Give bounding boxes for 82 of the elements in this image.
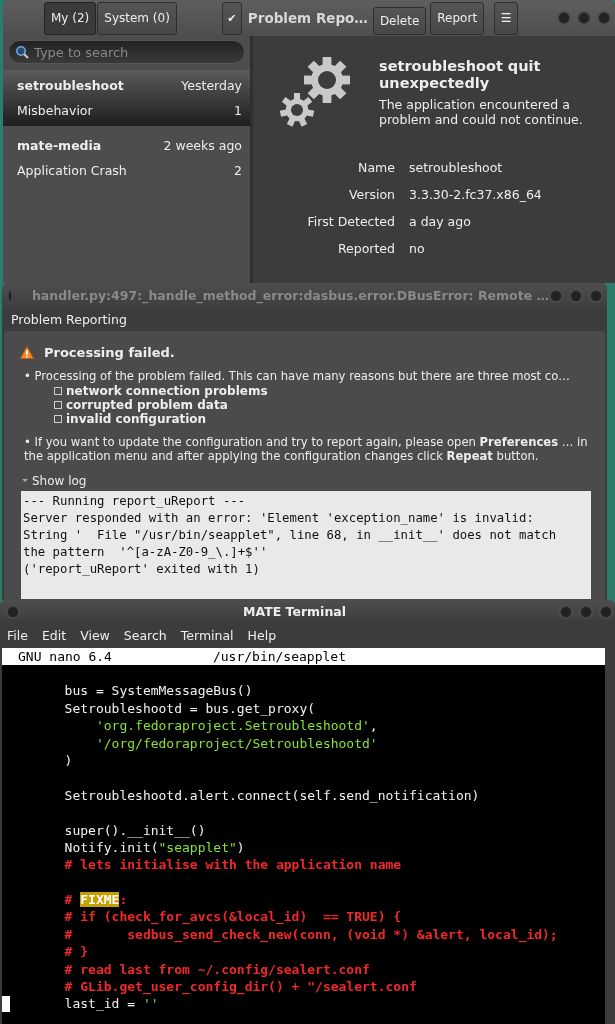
delete-button[interactable]: Delete <box>372 6 427 35</box>
menu-item[interactable]: Terminal <box>173 628 241 643</box>
menu-item[interactable]: Help <box>240 628 284 643</box>
window-control-button[interactable] <box>559 604 573 619</box>
code-line: # if (check_for_avcs(&local_id) == TRUE) { <box>63 908 402 926</box>
reason-item: invalid configuration <box>66 411 207 426</box>
reason-item: network connection problems <box>66 383 268 398</box>
dialog-header: Problem Reporting <box>10 311 128 329</box>
square-bullet-icon <box>54 414 62 423</box>
code-line: super().__init__() <box>63 821 206 839</box>
code-line: Setroubleshootd.alert.connect(self.send_notification) <box>63 786 480 805</box>
error-paragraph: • If you want to update the configuration and try to report again, please open Preferences … in the application menu and after applying the configuration changes click Repeat button. <box>24 434 589 464</box>
code-line: # read last from ~/.config/sealert.conf <box>63 960 370 979</box>
code-line: bus = SystemMessageBus() <box>63 682 253 700</box>
field-value: 3.3.30-2.fc37.x86_64 <box>409 187 543 202</box>
log-line: the pattern '^[a-zA-Z0-9_\.]+$'' <box>23 544 269 562</box>
code-line: last_id = '' <box>63 995 159 1013</box>
window-menu-button[interactable] <box>8 288 12 303</box>
square-bullet-icon <box>54 386 62 395</box>
log-line: ('report_uReport' exited with 1) <box>23 561 261 579</box>
problem-name: setroubleshoot <box>17 78 124 93</box>
window-control-button[interactable] <box>599 604 613 619</box>
code-line: # sedbus_send_check_new(conn, (void *) &alert, local_id); <box>63 925 558 944</box>
nano-version: GNU nano 6.4 <box>18 648 112 665</box>
window-control-button[interactable] <box>579 604 593 619</box>
file-path: /usr/bin/seapplet <box>212 648 346 665</box>
code-line: # } <box>63 943 89 961</box>
code-line: Setroubleshootd = bus.get_proxy( <box>63 699 316 718</box>
field-value: a day ago <box>409 214 472 229</box>
search-field[interactable]: Type to search <box>8 40 245 64</box>
problem-heading: setroubleshoot quit unexpectedly <box>379 58 542 92</box>
code-line: # GLib.get_user_config_dir() + "/sealert.conf <box>63 978 417 996</box>
reason-item: corrupted problem data <box>66 397 228 412</box>
tab[interactable]: System (0) <box>97 1 177 35</box>
problem-type: Misbehavior <box>17 103 93 118</box>
problem-list-item[interactable]: setroubleshoot Yesterday Misbehavior 1 <box>3 70 250 126</box>
problem-type: Application Crash <box>17 163 127 178</box>
warning-icon <box>20 346 34 359</box>
field-value: no <box>409 241 426 256</box>
window-control-button[interactable] <box>549 288 563 303</box>
show-log-toggle[interactable]: Show log <box>22 473 92 488</box>
field-label: Version <box>348 187 395 202</box>
code-line: 'org.fedoraproject.Setroubleshootd', <box>94 717 378 735</box>
check-button[interactable]: ✔ <box>221 1 242 35</box>
window-title: Problem Repo… <box>247 10 368 26</box>
field-label: Name <box>357 160 395 175</box>
window-title: MATE Terminal <box>242 604 347 619</box>
report-button[interactable]: Report <box>430 1 485 35</box>
menu-button[interactable]: ☰ <box>494 1 519 35</box>
error-heading: Processing failed. <box>44 345 175 360</box>
problem-name: mate-media <box>17 138 102 153</box>
menu-item[interactable]: File <box>0 628 35 643</box>
window-control-button[interactable] <box>557 11 571 25</box>
code-line: # FIXME: <box>63 891 128 909</box>
code-line: ) <box>63 751 73 770</box>
problem-time: Yesterday <box>181 78 242 93</box>
menu-item[interactable]: Edit <box>34 628 74 643</box>
field-value: setroubleshoot <box>409 160 504 175</box>
field-label: Reported <box>336 241 395 256</box>
code-line: # lets initialise with the application name <box>63 856 402 874</box>
problem-count: 1 <box>234 103 242 118</box>
menu-item[interactable]: Search <box>116 628 174 643</box>
window-control-button[interactable] <box>589 288 603 303</box>
error-paragraph: • Processing of the problem failed. This can have many reasons but there are three most co… <box>24 369 571 384</box>
code-line: '/org/fedoraproject/Setroubleshootd' <box>94 734 378 752</box>
log-line: Server responded with an error: 'Element 'exception_name' is invalid: <box>23 509 535 527</box>
log-line: --- Running report_uReport --- <box>23 492 247 510</box>
window-menu-button[interactable] <box>6 604 20 619</box>
tab[interactable]: My (2) <box>44 1 97 35</box>
problem-list-item[interactable]: mate-media 2 weeks ago Application Crash 2 <box>3 130 250 186</box>
problem-count: 2 <box>234 163 242 178</box>
problem-time: 2 weeks ago <box>163 138 242 153</box>
field-label: First Detected <box>306 214 395 229</box>
window-control-button[interactable] <box>597 11 611 25</box>
log-line: String ' File "/usr/bin/seapplet", line 68, in __init__' does not match <box>23 526 558 544</box>
window-title: handler.py:497:_handle_method_error:dasbus.error.DBusError: Remote … <box>31 288 549 303</box>
problem-message: The application encountered a problem and could not continue. <box>379 97 584 127</box>
code-line: Notify.init("seapplet") <box>63 838 245 857</box>
menu-item[interactable]: View <box>73 628 117 643</box>
window-control-button[interactable] <box>577 11 591 25</box>
square-bullet-icon <box>54 400 62 409</box>
window-control-button[interactable] <box>569 288 583 303</box>
